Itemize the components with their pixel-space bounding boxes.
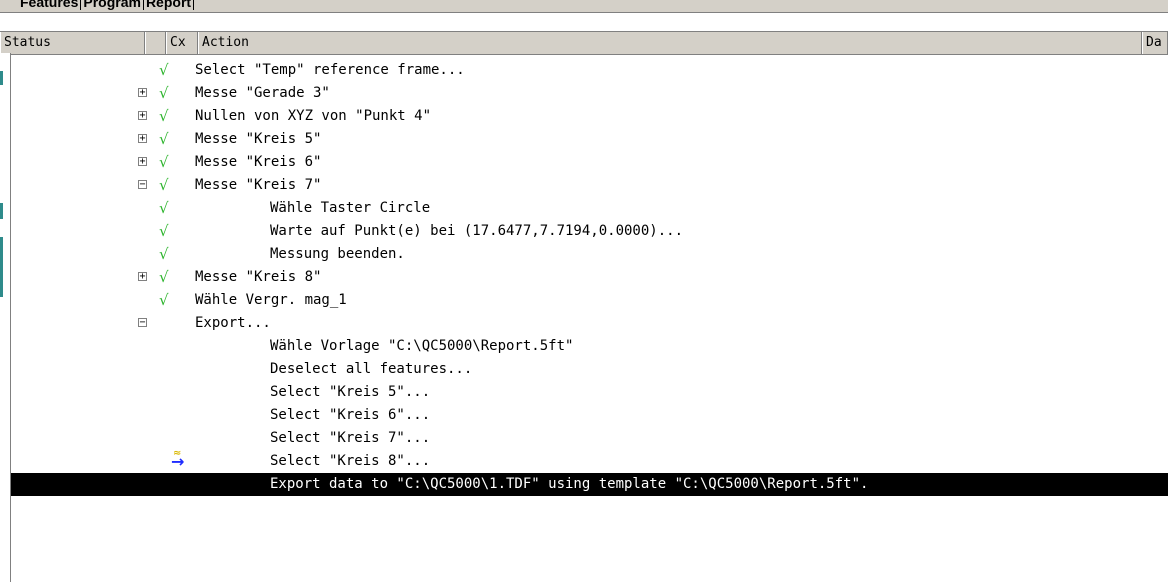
column-header: Status Cx Action Da [0, 31, 1168, 55]
step-action-text: Nullen von XYZ von "Punkt 4" [195, 108, 432, 124]
checkmark-icon: √ [159, 245, 169, 263]
expand-plus-icon[interactable]: + [138, 157, 147, 167]
step-action-text: Select "Kreis 7"... [270, 430, 431, 446]
tab-strip: Features Program Report [0, 0, 1168, 13]
step-action-text: Select "Temp" reference frame... [195, 62, 465, 78]
program-step-row[interactable]: √ Wähle Taster Circle [11, 197, 1168, 220]
checkmark-icon: √ [159, 268, 169, 286]
column-header-status[interactable]: Status [0, 32, 145, 54]
step-action-text: Messe "Kreis 8" [195, 269, 322, 285]
program-step-row[interactable]: + √ Messe "Kreis 5" [11, 128, 1168, 151]
program-step-row[interactable]: Deselect all features... [11, 358, 1168, 381]
step-action-text: Deselect all features... [270, 361, 473, 377]
program-step-row[interactable]: √ Select "Temp" reference frame... [11, 59, 1168, 82]
program-step-row[interactable]: + √ Messe "Gerade 3" [11, 82, 1168, 105]
step-action-text: Wähle Vorlage "C:\QC5000\Report.5ft" [270, 338, 574, 354]
step-action-text: Select "Kreis 6"... [270, 407, 431, 423]
program-step-row[interactable]: Select "Kreis 7"... [11, 427, 1168, 450]
program-step-row[interactable]: + √ Nullen von XYZ von "Punkt 4" [11, 105, 1168, 128]
program-step-row[interactable]: − √ Messe "Kreis 7" [11, 174, 1168, 197]
program-step-row[interactable]: Select "Kreis 6"... [11, 404, 1168, 427]
column-header-action[interactable]: Action [198, 32, 1142, 54]
program-step-row[interactable]: √ Warte auf Punkt(e) bei (17.6477,7.7194,… [11, 220, 1168, 243]
expand-plus-icon[interactable]: + [138, 88, 147, 98]
expand-plus-icon[interactable]: + [138, 272, 147, 282]
step-action-text: Messung beenden. [270, 246, 405, 262]
collapse-minus-icon[interactable]: − [138, 180, 147, 190]
program-step-row[interactable]: √ Messung beenden. [11, 243, 1168, 266]
expand-plus-icon[interactable]: + [138, 134, 147, 144]
checkmark-icon: √ [159, 153, 169, 171]
edge-marker [0, 203, 3, 219]
program-step-row[interactable]: − Export... [11, 312, 1168, 335]
step-action-text: Select "Kreis 5"... [270, 384, 431, 400]
checkmark-icon: √ [159, 199, 169, 217]
checkmark-icon: √ [159, 107, 169, 125]
program-step-row[interactable]: Select "Kreis 5"... [11, 381, 1168, 404]
column-header-date[interactable]: Da [1142, 32, 1168, 54]
checkmark-icon: √ [159, 222, 169, 240]
edge-marker [0, 71, 3, 85]
step-action-text: Select "Kreis 8"... [270, 453, 431, 469]
checkmark-icon: √ [159, 84, 169, 102]
step-action-text: Messe "Gerade 3" [195, 85, 330, 101]
program-step-row[interactable]: Wähle Vorlage "C:\QC5000\Report.5ft" [11, 335, 1168, 358]
collapse-minus-icon[interactable]: − [138, 318, 147, 328]
program-step-row[interactable]: + √ Messe "Kreis 6" [11, 151, 1168, 174]
step-action-text: Warte auf Punkt(e) bei (17.6477,7.7194,0… [270, 223, 684, 239]
step-action-text: Wähle Vergr. mag_1 [195, 292, 347, 308]
tab-features[interactable]: Features [18, 0, 82, 10]
step-action-text: Messe "Kreis 6" [195, 154, 322, 170]
step-action-text: Export data to "C:\QC5000\1.TDF" using t… [270, 476, 869, 492]
program-step-row[interactable]: √ Wähle Vergr. mag_1 [11, 289, 1168, 312]
left-frame-edge [0, 53, 11, 582]
tab-bar: Features Program Report [18, 0, 195, 10]
tab-program[interactable]: Program [81, 0, 144, 10]
checkmark-icon: √ [159, 176, 169, 194]
current-step-arrow-icon: → ≈ [171, 448, 185, 471]
program-step-row[interactable]: Export data to "C:\QC5000\1.TDF" using t… [11, 473, 1168, 496]
expand-plus-icon[interactable]: + [138, 111, 147, 121]
step-action-text: Wähle Taster Circle [270, 200, 431, 216]
program-step-row[interactable]: + √ Messe "Kreis 8" [11, 266, 1168, 289]
checkmark-icon: √ [159, 130, 169, 148]
edge-marker [0, 237, 3, 297]
step-action-text: Messe "Kreis 7" [195, 177, 322, 193]
tab-report[interactable]: Report [144, 0, 195, 10]
step-action-text: Messe "Kreis 5" [195, 131, 322, 147]
column-header-blank[interactable] [145, 32, 166, 54]
program-step-row[interactable]: → ≈ Select "Kreis 8"... [11, 448, 1168, 473]
step-action-text: Export... [195, 315, 271, 331]
column-header-cx[interactable]: Cx [166, 32, 198, 54]
program-step-list[interactable]: √ Select "Temp" reference frame... + √ Messe… [11, 59, 1168, 496]
checkmark-icon: √ [159, 291, 169, 309]
checkmark-icon: √ [159, 61, 169, 79]
